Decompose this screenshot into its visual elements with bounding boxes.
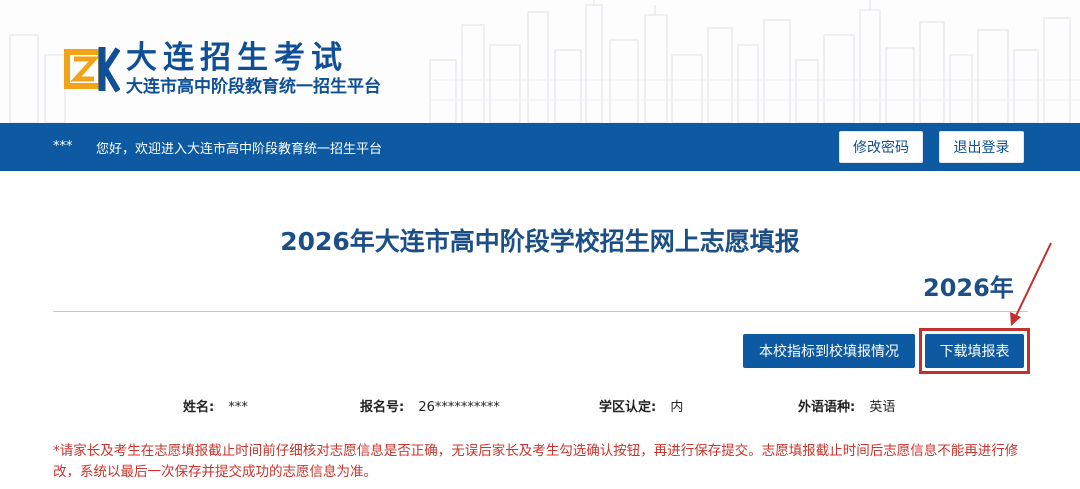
header-banner: 大连招生考试 大连市高中阶段教育统一招生平台 bbox=[0, 0, 1080, 123]
user-name: *** bbox=[53, 139, 73, 154]
highlight-annotation-box bbox=[919, 328, 1030, 374]
regno-value: 26********** bbox=[418, 400, 500, 415]
name-label: 姓名: bbox=[183, 400, 215, 415]
language-label: 外语语种: bbox=[798, 400, 856, 415]
top-navbar: *** 您好，欢迎进入大连市高中阶段教育统一招生平台 修改密码 退出登录 bbox=[0, 123, 1080, 171]
language-field: 外语语种: 英语 bbox=[798, 396, 895, 415]
district-field: 学区认定: 内 bbox=[599, 396, 683, 415]
page-title: 2026年大连市高中阶段学校招生网上志愿填报 bbox=[280, 227, 800, 256]
site-logo[interactable]: 大连招生考试 大连市高中阶段教育统一招生平台 bbox=[62, 40, 381, 98]
logo-emblem-icon bbox=[62, 45, 121, 93]
registration-number-field: 报名号: 26********** bbox=[360, 396, 500, 415]
logo-title: 大连招生考试 bbox=[126, 40, 348, 76]
divider bbox=[53, 311, 1028, 312]
logout-button[interactable]: 退出登录 bbox=[939, 131, 1024, 163]
change-password-button[interactable]: 修改密码 bbox=[839, 131, 923, 163]
district-label: 学区认定: bbox=[599, 400, 657, 415]
welcome-message: 您好，欢迎进入大连市高中阶段教育统一招生平台 bbox=[96, 142, 383, 157]
district-value: 内 bbox=[670, 400, 684, 415]
name-value: *** bbox=[228, 400, 248, 415]
language-value: 英语 bbox=[869, 400, 896, 415]
school-quota-button[interactable]: 本校指标到校填报情况 bbox=[743, 334, 915, 368]
student-name-field: 姓名: *** bbox=[183, 396, 248, 415]
logo-subtitle: 大连市高中阶段教育统一招生平台 bbox=[126, 77, 381, 97]
regno-label: 报名号: bbox=[360, 400, 405, 415]
year-label: 2026年 bbox=[923, 274, 1014, 302]
notice-text: *请家长及考生在志愿填报截止时间前仔细核对志愿信息是否正确，无误后家长及考生勾选… bbox=[53, 443, 1019, 480]
